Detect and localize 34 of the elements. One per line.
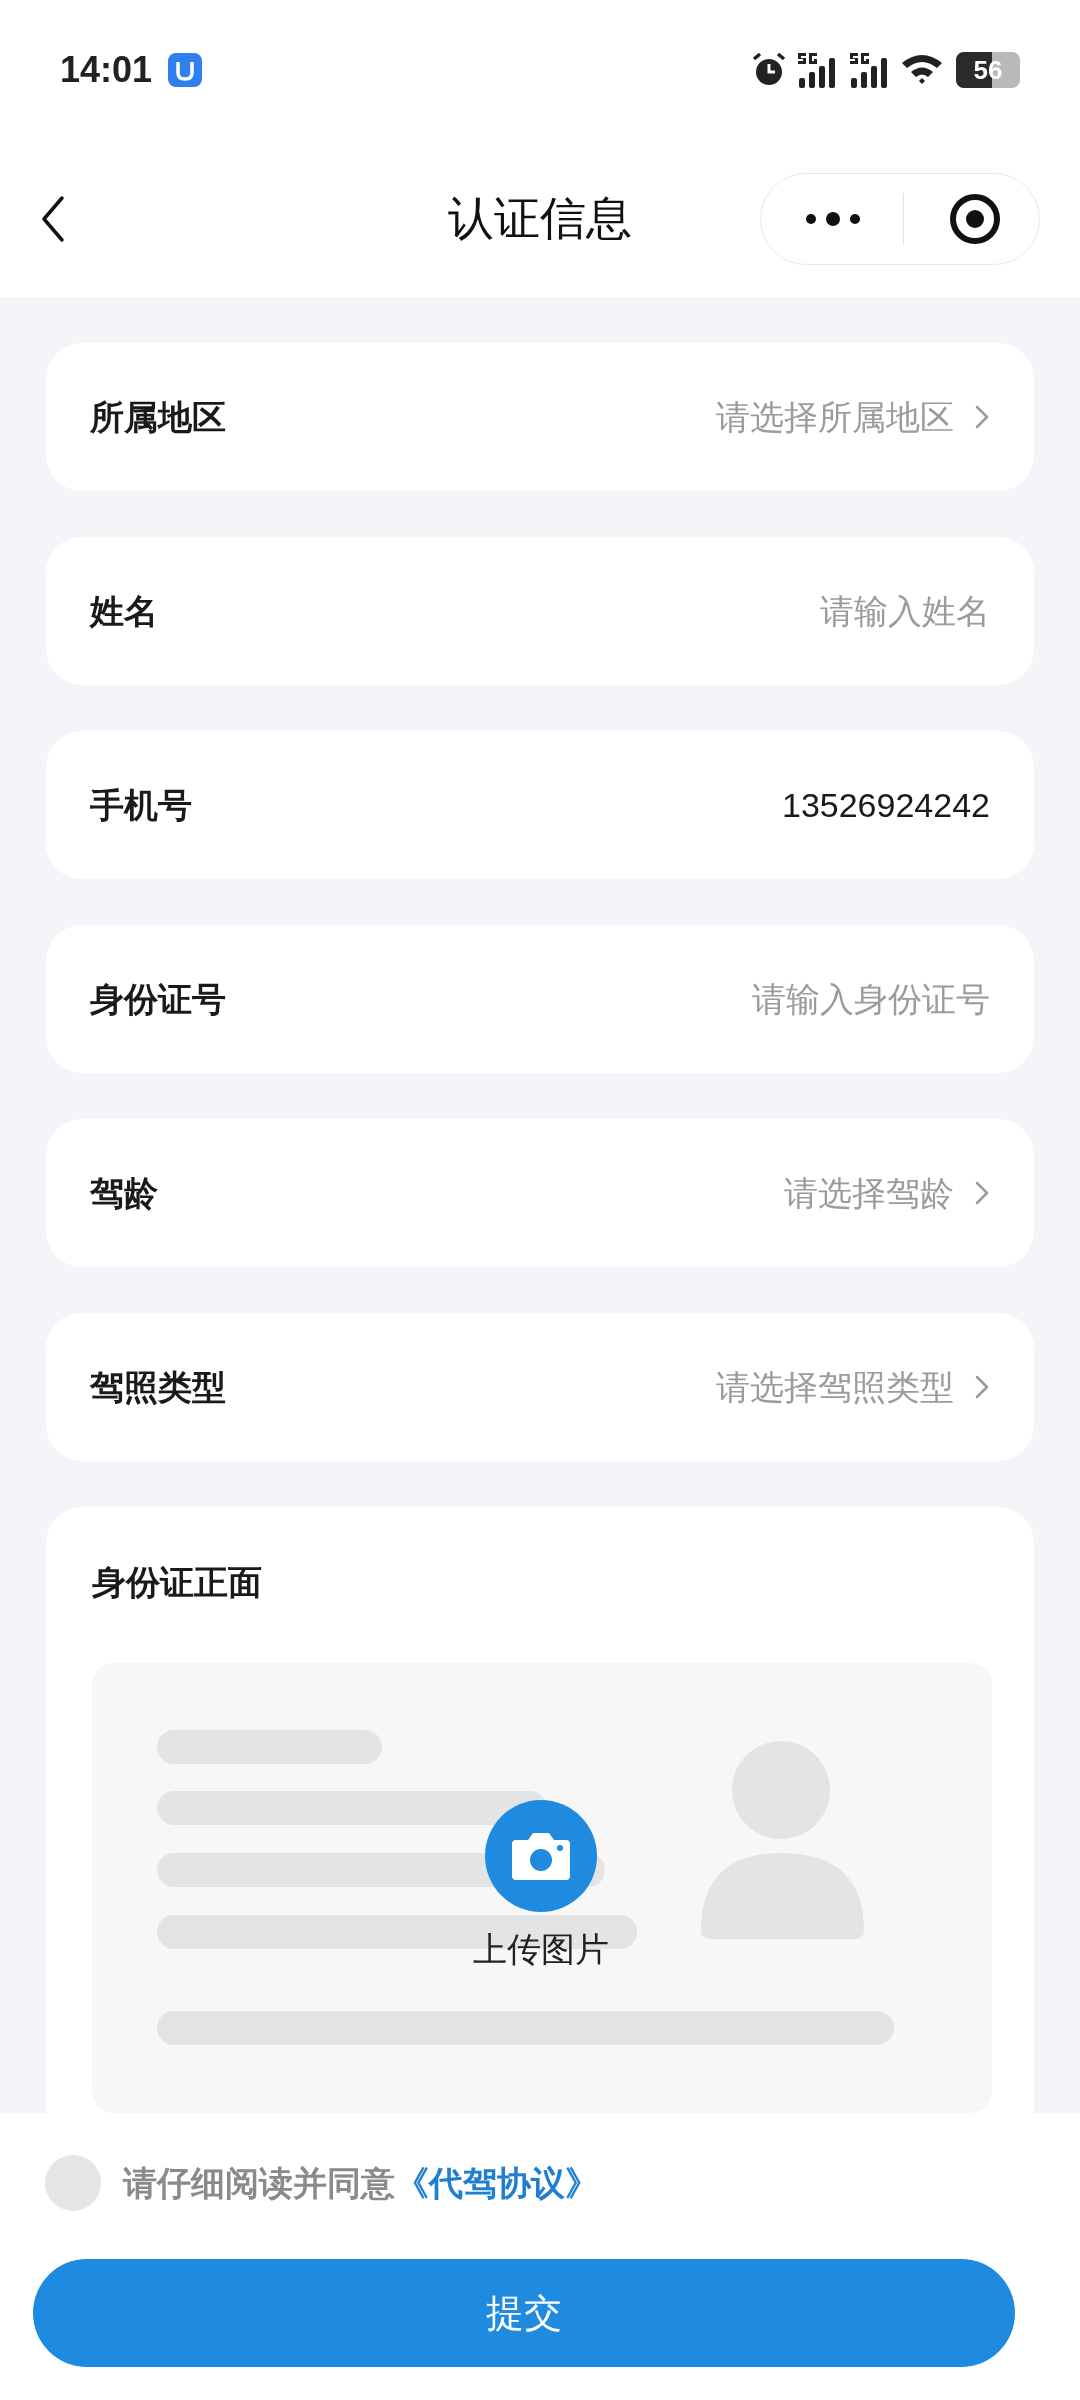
select-placeholder: 请选择驾龄 — [784, 1172, 954, 1214]
chevron-right-icon — [974, 404, 990, 430]
input-field[interactable]: 请输入姓名 — [430, 585, 990, 637]
form-row[interactable]: 驾照类型 请选择驾照类型 — [46, 1313, 1034, 1461]
submit-button[interactable]: 提交 — [33, 2259, 1015, 2367]
page-title: 认证信息 — [448, 191, 632, 246]
agreement-link[interactable]: 《代驾协议》 — [395, 2157, 599, 2209]
form-row[interactable]: 姓名 请输入姓名 — [46, 537, 1034, 685]
chevron-right-icon — [974, 1374, 990, 1400]
agreement-checkbox[interactable] — [45, 2155, 101, 2211]
form-row[interactable]: 驾龄 请选择驾龄 — [46, 1119, 1034, 1267]
form-row[interactable]: 身份证号 请输入身份证号 — [46, 925, 1034, 1073]
chevron-right-icon — [974, 1180, 990, 1206]
field-label: 姓名 — [90, 590, 158, 632]
field-label: 手机号 — [90, 784, 192, 826]
form-row[interactable]: 所属地区 请选择所属地区 — [46, 343, 1034, 491]
input-field[interactable]: 13526924242 — [430, 779, 990, 831]
more-icon[interactable] — [803, 210, 863, 227]
field-label: 所属地区 — [90, 396, 226, 438]
camera-icon — [510, 1830, 572, 1882]
select-placeholder: 请选择驾照类型 — [716, 1366, 954, 1408]
agreement-text: 请仔细阅读并同意 — [123, 2162, 395, 2204]
field-label: 身份证号 — [90, 978, 226, 1020]
select-placeholder: 请选择所属地区 — [716, 396, 954, 438]
section-title: 身份证正面 — [92, 1562, 263, 1603]
field-label: 驾照类型 — [90, 1366, 226, 1408]
app-notification-icon — [168, 53, 203, 87]
status-time: 14:01 — [60, 48, 153, 92]
back-icon[interactable] — [40, 194, 66, 243]
form-row[interactable]: 手机号 13526924242 — [46, 731, 1034, 879]
input-field[interactable]: 请输入身份证号 — [430, 973, 990, 1025]
upload-label: 上传图片 — [473, 1929, 609, 1970]
field-label: 驾龄 — [90, 1172, 158, 1214]
close-target-icon[interactable] — [948, 191, 1002, 246]
